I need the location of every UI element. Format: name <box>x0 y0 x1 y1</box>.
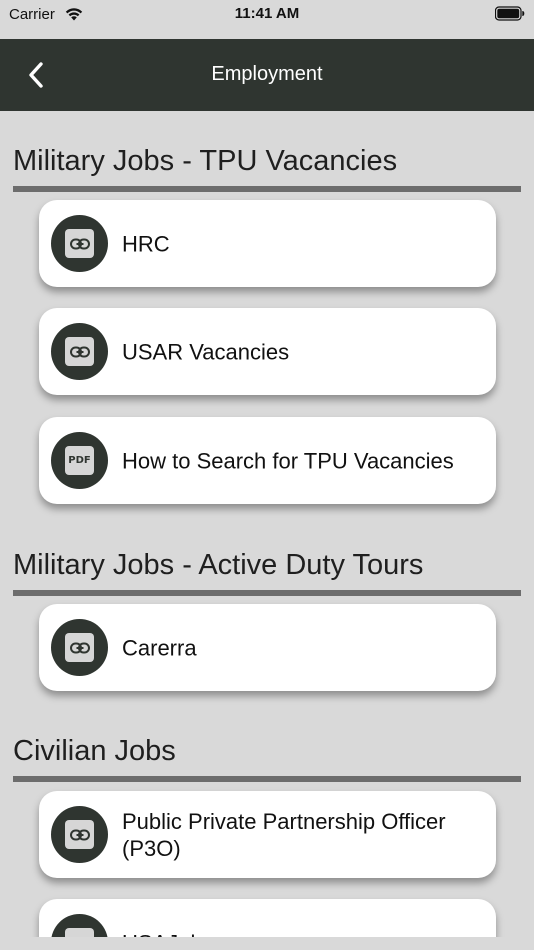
section-divider <box>13 590 521 596</box>
section-divider <box>13 776 521 782</box>
nav-bar: Employment <box>0 39 534 111</box>
link-icon <box>51 914 108 937</box>
link-card-usar-vacancies[interactable]: USAR Vacancies <box>39 308 496 395</box>
status-time: 11:41 AM <box>234 5 300 22</box>
link-icon <box>51 806 108 863</box>
card-label: Public Private Partnership Officer (P3O) <box>122 808 446 861</box>
link-icon <box>51 323 108 380</box>
card-label: How to Search for TPU Vacancies <box>122 448 454 473</box>
bottom-strip <box>0 937 534 950</box>
link-card-carerra[interactable]: Carerra <box>39 604 496 691</box>
page-title: Employment <box>211 63 323 85</box>
pdf-icon: PDF <box>51 432 108 489</box>
pdf-card-how-to-search[interactable]: PDF How to Search for TPU Vacancies <box>39 417 496 504</box>
section-header-active-duty-tours: Military Jobs - Active Duty Tours <box>13 547 521 596</box>
employment-list[interactable]: Military Jobs - TPU Vacancies HRC USAR V… <box>0 111 534 937</box>
status-bar: Carrier 11:41 AM <box>0 0 534 39</box>
link-card-p3o[interactable]: Public Private Partnership Officer (P3O) <box>39 791 496 878</box>
section-title: Civilian Jobs <box>13 735 176 767</box>
section-title: Military Jobs - Active Duty Tours <box>13 549 424 581</box>
link-icon <box>51 215 108 272</box>
card-label: Carerra <box>122 635 197 660</box>
link-card-usajobs[interactable]: USAJobs <box>39 899 496 937</box>
battery-icon <box>495 6 525 21</box>
section-header-civilian-jobs: Civilian Jobs <box>13 733 521 782</box>
card-label: USAJobs <box>122 929 482 937</box>
section-divider <box>13 186 521 192</box>
pdf-icon-text: PDF <box>68 455 91 466</box>
card-label: HRC <box>122 231 170 256</box>
section-header-tpu-vacancies: Military Jobs - TPU Vacancies <box>13 143 521 192</box>
link-card-hrc[interactable]: HRC <box>39 200 496 287</box>
link-icon <box>51 619 108 676</box>
section-title: Military Jobs - TPU Vacancies <box>13 145 398 177</box>
card-label: USAR Vacancies <box>122 339 290 364</box>
